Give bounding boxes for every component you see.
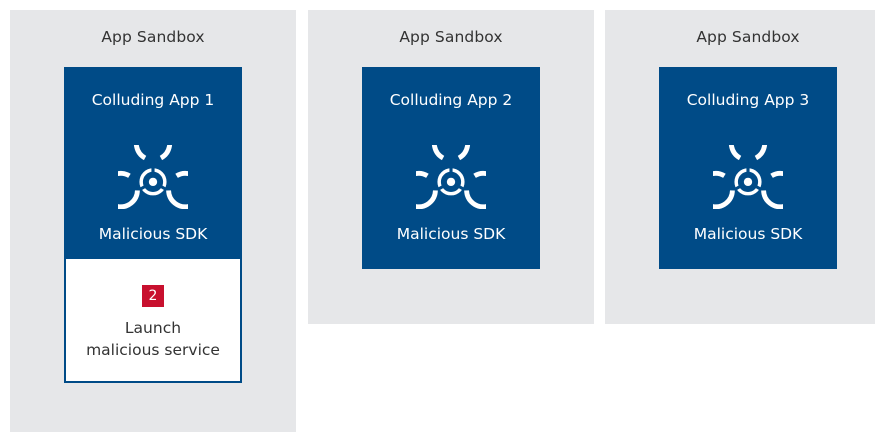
app-title: Colluding App 2 — [389, 91, 513, 109]
colluding-app-3: Colluding App 3 Malicious SDK — [659, 67, 837, 269]
biohazard-icon — [713, 145, 783, 209]
biohazard-icon — [416, 145, 486, 209]
step-badge: 2 — [142, 285, 164, 307]
service-label-line1: Launch — [124, 319, 182, 337]
service-label-line2: malicious service — [86, 341, 220, 359]
sdk-label: Malicious SDK — [396, 225, 506, 243]
app-title: Colluding App 1 — [91, 91, 215, 109]
sdk-label: Malicious SDK — [98, 225, 208, 243]
app-sandbox-1: App Sandbox Colluding App 1 Malicious SD… — [10, 10, 296, 432]
sandbox-title: App Sandbox — [101, 28, 205, 46]
biohazard-icon — [118, 145, 188, 209]
app-sandbox-3: App Sandbox Colluding App 3 Malicious SD… — [605, 10, 875, 324]
sdk-label: Malicious SDK — [693, 225, 803, 243]
colluding-app-2: Colluding App 2 Malicious SDK — [362, 67, 540, 269]
sandbox-title: App Sandbox — [696, 28, 800, 46]
sandbox-title: App Sandbox — [399, 28, 503, 46]
colluding-app-1: Colluding App 1 Malicious SDK — [64, 67, 242, 269]
service-label: Launch malicious service — [66, 317, 240, 361]
app-title: Colluding App 3 — [686, 91, 810, 109]
app-sandbox-2: App Sandbox Colluding App 2 Malicious SD… — [308, 10, 594, 324]
malicious-service-box: 2 Launch malicious service — [64, 259, 242, 383]
